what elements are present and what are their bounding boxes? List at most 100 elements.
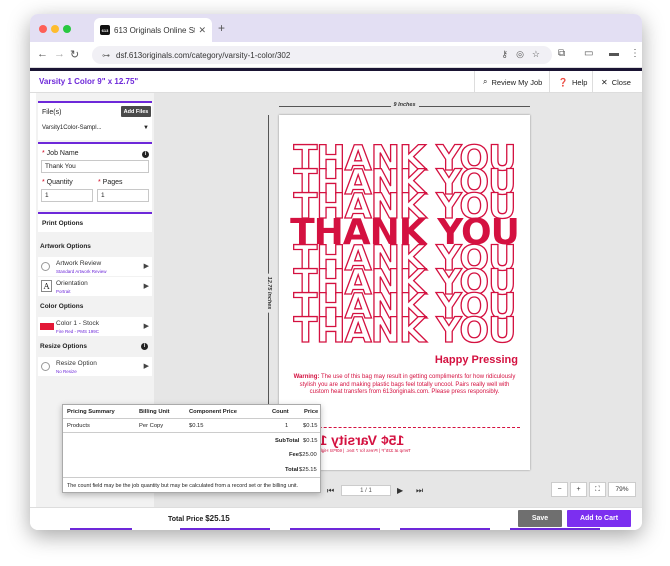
file-select[interactable]: Varsity1Color-Sampl... [42,125,102,131]
radio-icon[interactable] [41,362,50,371]
bottom-action-bar: Total Price $25.15 Save Add to Cart [30,507,642,530]
pricing-header-component: Component Price [189,409,237,415]
color-options-header: Color Options [40,302,84,310]
resize-options-header: Resize Options [40,342,87,350]
bookmark-star-icon[interactable]: ☆ [532,49,540,60]
menu-icon[interactable]: ⋮ [630,48,640,59]
quantity-field[interactable]: 1 [41,189,93,202]
total-value: $25.15 [299,467,317,473]
happy-pressing-text: Happy Pressing [434,354,518,366]
thank-you-line: THANK YOU [293,311,517,351]
zoom-level: 79% [608,482,636,497]
job-panel: * Job Name i Thank You * Quantity * Page… [38,142,152,210]
sidebar-toggle-icon[interactable]: ▭ [584,48,593,59]
browser-tab[interactable]: 613 613 Originals Online Storefro ✕ [94,18,212,42]
info-icon[interactable]: i [142,151,149,158]
review-my-job-label: Review My Job [491,77,543,87]
browser-window: 613 613 Originals Online Storefro ✕ + ← … [30,14,642,530]
fit-to-screen-icon[interactable]: ⛶ [589,482,606,497]
orientation-name: Orientation [56,280,88,287]
job-name-label: * Job Name [42,150,79,157]
page-indicator[interactable]: 1 / 1 [341,485,391,496]
print-options-panel: Print Options [38,212,152,232]
eye-off-icon[interactable]: ◎ [516,49,524,60]
files-panel: File(s) Add Files Varsity1Color-Sampl...… [38,101,152,140]
warning-text: Warning: The use of this bag may result … [293,374,516,396]
zoom-in-icon[interactable]: + [570,482,587,497]
print-options-label: Print Options [42,220,84,227]
panel-accent-bar [38,142,152,144]
files-label: File(s) [42,109,62,116]
pricing-header-billing: Billing Unit [139,409,170,415]
close-button[interactable]: ✕ Close [592,71,639,93]
favicon-icon: 613 [100,25,110,35]
pages-field[interactable]: 1 [97,189,149,202]
resize-option-value: No Resize [56,369,77,374]
maximize-window-icon[interactable] [63,25,71,33]
review-my-job-button[interactable]: ⌕ Review My Job [474,71,550,93]
chevron-right-icon[interactable]: ▶ [144,322,149,330]
save-button[interactable]: Save [518,510,562,527]
first-page-icon[interactable]: ⏮ [327,486,334,496]
app-header: Varsity 1 Color 9" x 12.75" ⌕ Review My … [30,71,642,93]
new-tab-icon[interactable]: + [218,21,225,35]
footer-accent-strips [30,528,642,530]
pricing-note: The count field may be the job quantity … [67,483,299,489]
width-label: 9 Inches [390,102,419,108]
fee-value: $25.00 [299,452,317,458]
close-window-icon[interactable] [39,25,47,33]
pricing-row-count: 1 [285,423,289,429]
chevron-down-icon[interactable]: ▼ [143,125,149,131]
forward-icon[interactable]: → [54,48,65,60]
tab-bar: 613 613 Originals Online Storefro ✕ + [30,14,642,42]
panel-accent-bar [38,101,152,103]
pricing-header-summary: Pricing Summary [67,409,115,415]
width-dimension: 9 Inches [279,102,530,112]
pricing-row-billing: Per Copy [139,423,164,429]
chevron-right-icon[interactable]: ▶ [144,282,149,290]
info-icon[interactable]: i [141,343,148,350]
color-stock-option[interactable]: Color 1 - Stock Fire Red - PMS 199C ▶ [38,317,152,336]
url-field[interactable]: ⊶ dsf.613originals.com/category/varsity-… [92,46,552,64]
panel-accent-bar [38,212,152,214]
resize-option[interactable]: Resize Option No Resize ▶ [38,357,152,376]
back-icon[interactable]: ← [37,48,48,60]
profile-icon[interactable]: ▬ [609,48,619,59]
add-files-button[interactable]: Add Files [121,106,151,117]
product-title: Varsity 1 Color 9" x 12.75" [39,77,139,86]
pricing-header-price: Price [304,409,319,415]
close-label: Close [611,77,631,87]
help-button[interactable]: ❓ Help [549,71,595,93]
resize-option-name: Resize Option [56,360,97,367]
artwork-review-name: Artwork Review [56,260,102,267]
zoom-out-icon[interactable]: − [551,482,568,497]
site-info-icon[interactable]: ⊶ [102,51,110,60]
extensions-icon[interactable]: ⧉ [558,48,565,59]
tab-close-icon[interactable]: ✕ [198,25,206,36]
quantity-label: * Quantity [42,179,73,186]
url-text: dsf.613originals.com/category/varsity-1-… [116,50,291,60]
key-icon[interactable]: ⚷ [501,49,508,60]
help-icon: ❓ [558,77,568,87]
reload-icon[interactable]: ↻ [70,48,79,61]
cut-line [289,427,520,428]
radio-icon[interactable] [41,262,50,271]
chevron-right-icon[interactable]: ▶ [144,262,149,270]
tab-title: 613 Originals Online Storefro [114,25,196,35]
artwork-review-option[interactable]: Artwork Review Standard Artwork Review ▶ [38,257,152,276]
fee-label: Fee [289,452,299,458]
pricing-row-component: $0.15 [189,423,204,429]
address-bar-row: ← → ↻ ⊶ dsf.613originals.com/category/va… [30,42,642,68]
subtotal-label: SubTotal [275,438,300,444]
chevron-right-icon[interactable]: ▶ [144,362,149,370]
orientation-option[interactable]: A Orientation Portrait ▶ [38,277,152,296]
add-to-cart-button[interactable]: Add to Cart [567,510,631,527]
minimize-window-icon[interactable] [51,25,59,33]
subtotal-value: $0.15 [303,438,318,444]
next-page-icon[interactable]: ▶ [397,486,403,495]
job-name-field[interactable]: Thank You [41,160,149,173]
artwork-review-value: Standard Artwork Review [56,269,107,274]
total-label: Total [285,467,299,473]
last-page-icon[interactable]: ⏭ [416,486,423,496]
pricing-row-price: $0.15 [303,423,318,429]
